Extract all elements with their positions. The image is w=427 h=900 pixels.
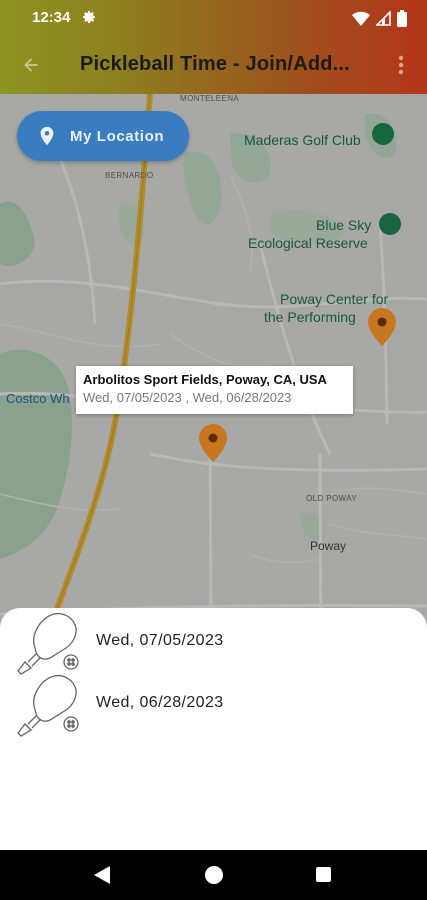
- gear-icon: [83, 11, 95, 24]
- navigation-bar: [0, 850, 427, 900]
- bottom-sheet: Wed, 07/05/2023 Wed, 06/28/2023: [0, 608, 427, 850]
- map-label-poway-center-1: Poway Center for: [280, 291, 389, 307]
- home-circle-icon[interactable]: [205, 866, 223, 884]
- map-label-blue-sky-1: Blue Sky: [316, 217, 372, 233]
- map-label-monteleena: MONTELEENA: [180, 94, 240, 103]
- map-label-old-poway: OLD POWAY: [306, 494, 358, 503]
- my-location-label: My Location: [70, 127, 165, 145]
- page-title: Pickleball Time - Join/Add...: [80, 53, 350, 75]
- map-label-maderas: Maderas Golf Club: [244, 132, 361, 148]
- pickleball-paddle-icon: [17, 674, 79, 737]
- map-label-poway: Poway: [310, 539, 347, 553]
- overflow-menu-button[interactable]: [389, 50, 413, 80]
- date-label: Wed, 07/05/2023: [96, 632, 224, 649]
- marker-info-window[interactable]: Arbolitos Sport Fields, Poway, CA, USA W…: [76, 366, 353, 414]
- my-location-button[interactable]: My Location: [17, 111, 189, 161]
- map-marker-arbolitos[interactable]: [199, 424, 227, 468]
- screen: 12:34 Pickleball Time - Join/Add... MONT…: [0, 0, 427, 900]
- more-vert-icon: [398, 55, 404, 75]
- arrow-left-icon: [24, 58, 38, 72]
- map-label-poway-center-2: the Performing: [264, 309, 356, 325]
- status-icons: [352, 9, 407, 27]
- date-label: Wed, 06/28/2023: [96, 694, 224, 711]
- back-button[interactable]: [14, 48, 48, 82]
- date-list-item[interactable]: Wed, 07/05/2023: [0, 610, 427, 675]
- status-bar: 12:34: [0, 0, 427, 36]
- info-window-title: Arbolitos Sport Fields, Poway, CA, USA: [83, 372, 327, 387]
- pickleball-paddle-icon: [17, 612, 79, 675]
- top-bar: 12:34 Pickleball Time - Join/Add...: [0, 0, 427, 94]
- info-window-snippet: Wed, 07/05/2023 , Wed, 06/28/2023: [83, 390, 292, 405]
- status-time: 12:34: [32, 9, 71, 26]
- battery-icon: [397, 9, 407, 27]
- app-bar: Pickleball Time - Join/Add...: [0, 36, 427, 94]
- map-marker-poway-center[interactable]: [368, 308, 396, 352]
- map-label-bernardo: BERNARDO: [105, 171, 154, 180]
- back-triangle-icon[interactable]: [94, 866, 110, 884]
- map-label-blue-sky-2: Ecological Reserve: [248, 235, 368, 251]
- location-pin-icon: [40, 126, 54, 146]
- recents-square-icon[interactable]: [316, 867, 331, 882]
- map-label-costco: Costco Wh: [6, 391, 70, 406]
- signal-icon: [376, 10, 391, 26]
- date-list-item[interactable]: Wed, 06/28/2023: [0, 672, 427, 737]
- wifi-icon: [352, 11, 370, 26]
